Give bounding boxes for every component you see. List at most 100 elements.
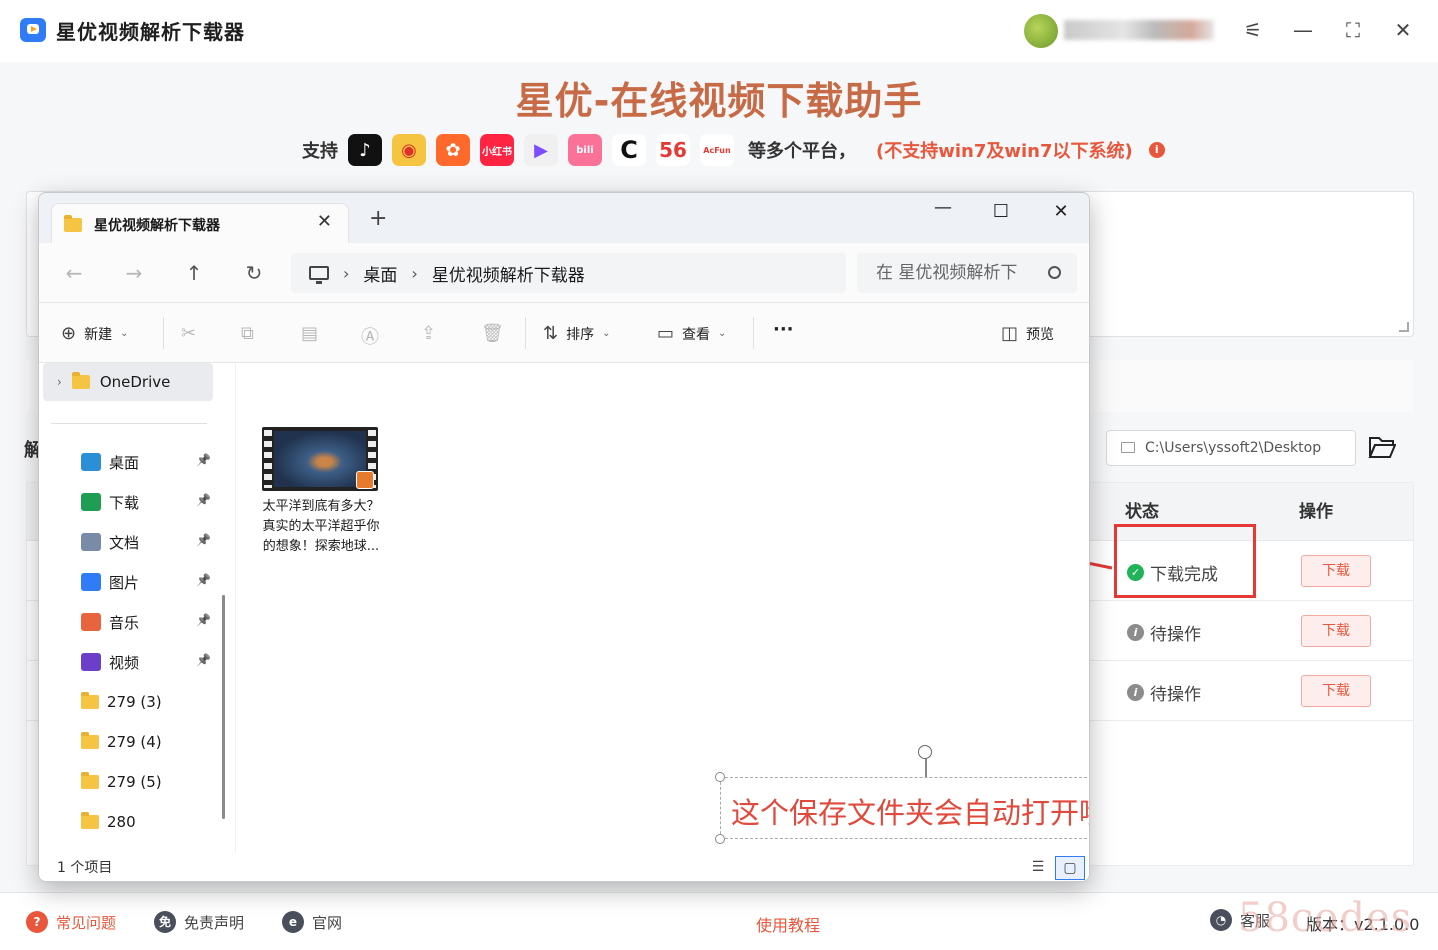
app-window: 星优视频解析下载器 ⚟ — ⛶ ✕ 星优-在线视频下载助手 支持 ♪ ◉ ✿ 小红书 ▶… (0, 0, 1438, 950)
file-name: 太平洋到底有多大？真实的太平洋超乎你的想象！探索地球... (262, 499, 380, 554)
explorer-search-input[interactable]: 在 星优视频解析下 (857, 253, 1077, 293)
pending-info-icon: i (1127, 684, 1144, 701)
new-tab-icon[interactable]: + (369, 208, 387, 230)
folder-icon (81, 812, 99, 829)
breadcrumb-item[interactable]: 星优视频解析下载器 (432, 261, 585, 286)
pin-icon[interactable]: 📌 (196, 573, 211, 587)
sidebar-item[interactable]: 文档 📌 (81, 527, 211, 557)
minimize-icon[interactable]: — (1290, 17, 1316, 43)
sidebar-item-label: 280 (107, 813, 136, 831)
website-link[interactable]: e 官网 (282, 911, 342, 933)
paste-button[interactable]: ▤ (301, 323, 318, 344)
tiles-view-icon[interactable]: ▢ (1055, 856, 1085, 880)
sort-button[interactable]: ⇅ 排序 ⌄ (543, 323, 610, 344)
watermark: 58codes (1238, 895, 1413, 941)
sidebar-item[interactable]: 279 (3) (81, 687, 211, 717)
haokan-logo-icon: ▶ (524, 134, 558, 166)
more-options-button[interactable]: ··· (773, 319, 794, 340)
sidebar-item[interactable]: 视频 📌 (81, 647, 211, 677)
download-button[interactable]: 下载 (1301, 555, 1371, 587)
platforms-more-label: 等多个平台， (748, 141, 856, 162)
desktop-icon (81, 453, 101, 471)
preview-pane-button[interactable]: ◫ 预览 (1001, 323, 1054, 344)
rename-button[interactable]: Ⓐ (361, 323, 379, 349)
status-text: 待操作 (1150, 625, 1201, 645)
column-action: 操作 (1299, 502, 1333, 522)
sidebar-item[interactable]: 音乐 📌 (81, 607, 211, 637)
annotation-textbox[interactable]: 这个保存文件夹会自动打开哦 (720, 777, 1089, 839)
download-button[interactable]: 下载 (1301, 675, 1371, 707)
pin-icon[interactable]: 📌 (196, 453, 211, 467)
delete-button[interactable]: 🗑 (481, 323, 504, 344)
tutorial-link[interactable]: 使用教程 (756, 912, 820, 936)
settings-sliders-icon[interactable]: ⚟ (1240, 17, 1266, 43)
breadcrumb-item[interactable]: 桌面 (363, 261, 397, 286)
details-view-icon[interactable]: ☰ (1023, 856, 1053, 880)
media-player-badge-icon (356, 471, 374, 489)
sidebar-item[interactable]: 桌面 📌 (81, 447, 211, 477)
explorer-sidebar: › OneDrive 桌面 📌 下载 📌 文档 📌 图片 📌 音乐 📌 视频 📌 279 (3) 279 … (39, 363, 235, 853)
pin-icon[interactable]: 📌 (196, 653, 211, 667)
faq-link[interactable]: ? 常见问题 (26, 911, 116, 933)
sidebar-item-label: 音乐 (109, 613, 140, 632)
computer-icon (309, 266, 329, 284)
sidebar-scrollbar[interactable] (222, 595, 225, 819)
pin-icon[interactable]: 📌 (196, 493, 211, 507)
resize-handle[interactable] (715, 772, 725, 782)
toolbar-divider (753, 317, 754, 349)
resize-handle[interactable] (715, 834, 725, 844)
back-icon[interactable]: ← (61, 261, 87, 285)
view-button[interactable]: ▭ 查看 ⌄ (657, 323, 726, 344)
cut-button[interactable]: ✂ (181, 323, 196, 344)
pin-icon[interactable]: 📌 (196, 613, 211, 627)
copy-button[interactable]: ⧉ (241, 323, 254, 344)
tab-close-icon[interactable]: ✕ (317, 211, 332, 232)
sidebar-item-label: 279 (5) (107, 773, 162, 791)
chevron-down-icon: ⌄ (120, 328, 129, 339)
folder-outline-icon (1121, 442, 1135, 453)
open-folder-icon[interactable] (1368, 434, 1396, 460)
download-button[interactable]: 下载 (1301, 615, 1371, 647)
close-icon[interactable]: ✕ (1390, 17, 1416, 43)
browser-icon: e (282, 911, 304, 933)
share-button[interactable]: ⇪ (421, 323, 436, 344)
new-button[interactable]: ⊕ 新建 ⌄ (61, 323, 128, 344)
website-label: 官网 (312, 913, 343, 932)
pin-icon[interactable]: 📌 (196, 533, 211, 547)
sidebar-item[interactable]: 279 (4) (81, 727, 211, 757)
file-explorer-window: 星优视频解析下载器 ✕ + — ☐ ✕ ← → ↑ ↻ › 桌面 › 星优视频解… (38, 192, 1090, 882)
item-count: 1 个项目 (57, 860, 113, 876)
folder-icon (81, 772, 99, 789)
disclaimer-label: 免责声明 (184, 913, 245, 932)
sidebar-item[interactable]: 下载 📌 (81, 487, 211, 517)
video-file-item[interactable]: 太平洋到底有多大？真实的太平洋超乎你的想象！探索地球... (262, 427, 380, 557)
sidebar-item[interactable]: 280 (81, 807, 211, 837)
sidebar-item-onedrive[interactable]: › OneDrive (43, 363, 213, 401)
maximize-icon[interactable]: ⛶ (1340, 17, 1366, 43)
explorer-tab[interactable]: 星优视频解析下载器 ✕ (51, 203, 349, 243)
sidebar-item[interactable]: 图片 📌 (81, 567, 211, 597)
rotate-handle[interactable] (918, 745, 932, 759)
refresh-icon[interactable]: ↻ (241, 261, 267, 285)
bilibili-logo-icon: bili (568, 134, 602, 166)
chevron-down-icon: ⌄ (718, 328, 727, 339)
breadcrumb[interactable]: › 桌面 › 星优视频解析下载器 (291, 253, 846, 293)
douyin-logo-icon: ♪ (348, 134, 382, 166)
disclaimer-link[interactable]: 免免责声明 (154, 911, 244, 933)
up-icon[interactable]: ↑ (181, 261, 207, 285)
info-icon[interactable]: i (1148, 142, 1165, 158)
c-logo-logo-icon: C (612, 134, 646, 166)
resize-handle-icon[interactable] (1399, 322, 1409, 332)
user-avatar[interactable] (1024, 14, 1058, 48)
explorer-title-bar: 星优视频解析下载器 ✕ + — ☐ ✕ (39, 193, 1089, 243)
platform-support-row: 支持 ♪ ◉ ✿ 小红书 ▶ bili C 56 AcFun 等多个平台， (不支持win7及w… (302, 134, 1165, 166)
save-path-field[interactable]: C:\Users\yssoft2\Desktop (1106, 430, 1356, 466)
explorer-minimize-icon[interactable]: — (931, 197, 955, 218)
user-name-blurred[interactable] (1064, 20, 1214, 40)
folder-icon (81, 692, 99, 709)
explorer-maximize-icon[interactable]: ☐ (989, 201, 1013, 222)
sidebar-item[interactable]: 279 (5) (81, 767, 211, 797)
thumbnail-image (274, 431, 366, 487)
forward-icon[interactable]: → (121, 261, 147, 285)
explorer-close-icon[interactable]: ✕ (1049, 201, 1073, 222)
